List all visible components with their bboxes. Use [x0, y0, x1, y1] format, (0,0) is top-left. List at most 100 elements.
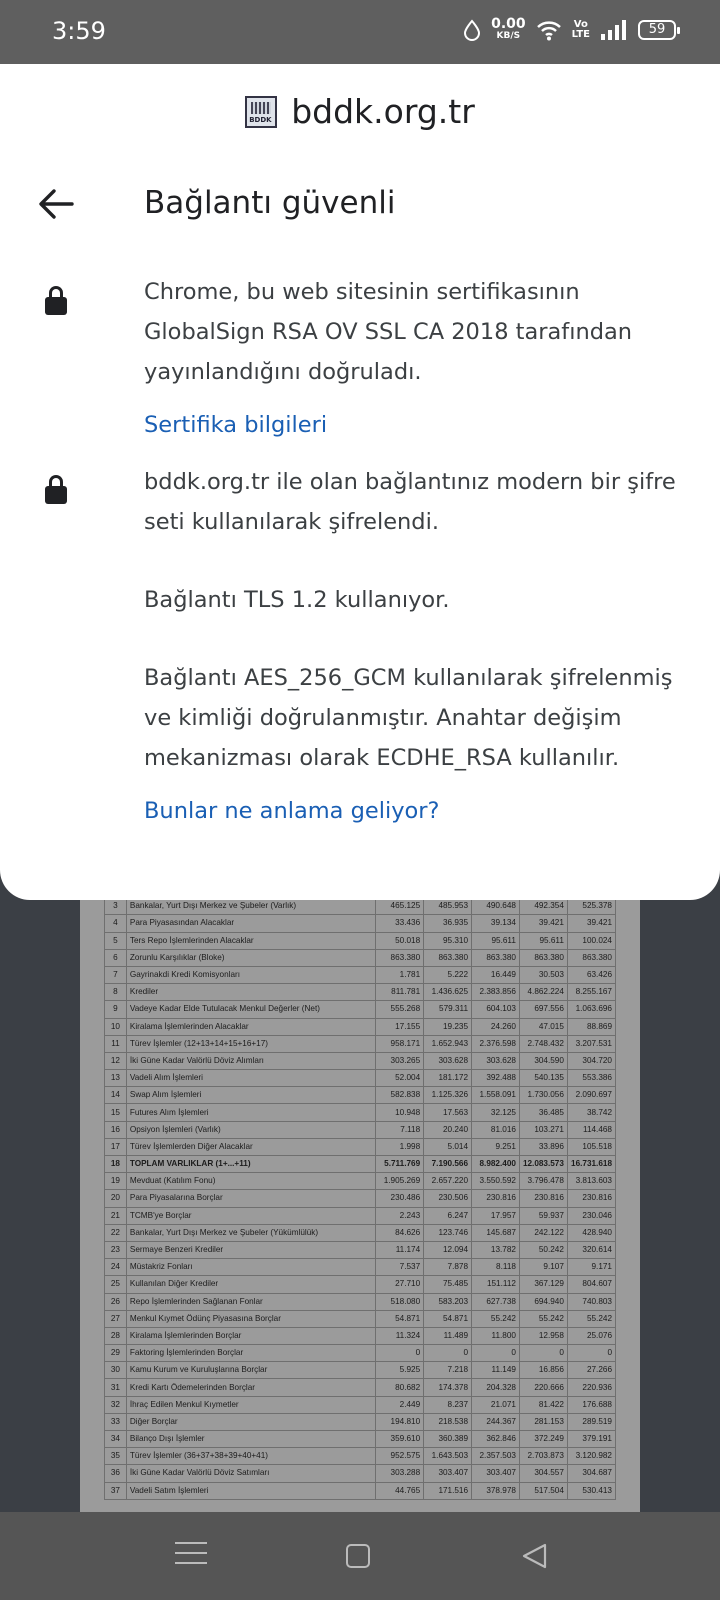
- table-row: 36 İki Güne Kadar Valörlü Döviz Satımları…: [104, 1464, 617, 1483]
- row-label: Swap Alım İşlemleri: [125, 1086, 377, 1105]
- row-value: 95.310: [423, 931, 473, 950]
- row-value: 517.504: [518, 1481, 568, 1500]
- row-value: 38.742: [566, 1103, 617, 1122]
- certificate-info-link[interactable]: Sertifika bilgileri: [144, 412, 327, 438]
- row-label: Türev İşlemlerden Diğer Alacaklar: [125, 1137, 377, 1157]
- row-value: 1.436.625: [423, 983, 473, 1002]
- row-value: 5.222: [423, 965, 473, 985]
- row-value: 171.516: [423, 1481, 473, 1500]
- status-icons: 0.00 KB/S Vo LTE 59: [463, 17, 680, 41]
- row-number: 10: [104, 1017, 127, 1036]
- row-label: Vadeye Kadar Elde Tutulacak Menkul Değer…: [125, 1000, 377, 1019]
- row-value: 360.389: [423, 1429, 473, 1449]
- row-value: 518.080: [375, 1292, 425, 1311]
- row-value: 952.575: [375, 1447, 425, 1466]
- row-value: 32.125: [471, 1103, 520, 1122]
- row-number: 20: [104, 1189, 127, 1208]
- row-number: 6: [104, 948, 127, 967]
- row-value: 863.380: [375, 948, 425, 967]
- row-value: 47.015: [518, 1017, 568, 1036]
- row-value: 863.380: [471, 948, 520, 967]
- row-value: 100.024: [566, 931, 617, 950]
- row-value: 7.118: [375, 1120, 425, 1139]
- row-number: 15: [104, 1103, 127, 1122]
- row-number: 34: [104, 1429, 127, 1449]
- row-value: 39.134: [471, 914, 520, 933]
- row-label: Kullanılan Diğer Krediler: [125, 1275, 377, 1294]
- row-value: 2.243: [375, 1206, 425, 1225]
- row-value: 583.203: [423, 1292, 473, 1311]
- row-value: 16.731.618: [566, 1154, 617, 1174]
- row-value: 220.666: [518, 1378, 568, 1397]
- row-value: 230.816: [566, 1189, 617, 1208]
- row-value: 2.748.432: [518, 1034, 568, 1053]
- row-value: 80.682: [375, 1378, 425, 1397]
- wifi-icon: [536, 20, 561, 40]
- row-value: 485.953: [423, 897, 473, 916]
- row-number: 18: [104, 1154, 127, 1174]
- row-value: 804.607: [566, 1275, 617, 1294]
- row-label: Para Piyasalarına Borçlar: [125, 1189, 377, 1208]
- table-row: 18 TOPLAM VARLIKLAR (1+...+11) 5.711.769 7.…: [104, 1154, 617, 1174]
- row-value: 21.071: [471, 1395, 520, 1414]
- table-row: 26 Repo İşlemlerinden Sağlanan Fonlar 518.…: [104, 1292, 617, 1311]
- row-value: 303.628: [471, 1051, 520, 1071]
- row-value: 204.328: [471, 1378, 520, 1397]
- row-value: 220.936: [566, 1378, 617, 1397]
- row-value: 44.765: [375, 1481, 425, 1500]
- row-label: Zorunlu Karşılıklar (Bloke): [125, 948, 377, 967]
- row-label: Vadeli Satım İşlemleri: [125, 1481, 377, 1500]
- row-value: 492.354: [518, 897, 568, 916]
- row-value: 958.171: [375, 1034, 425, 1053]
- data-table: 2Gerçeğe Uygun Değer Farkı K/Z Yans. ve …: [104, 880, 617, 1500]
- row-value: 303.628: [423, 1051, 473, 1071]
- row-value: 33.436: [375, 914, 425, 933]
- table-row: 35 Türev İşlemler (36+37+38+39+40+41) 952.…: [104, 1447, 617, 1466]
- row-value: 582.838: [375, 1086, 425, 1105]
- row-value: 11.324: [375, 1326, 425, 1346]
- background-document: 2Gerçeğe Uygun Değer Farkı K/Z Yans. ve …: [80, 880, 640, 1512]
- row-value: 55.242: [518, 1309, 568, 1328]
- table-row: 6 Zorunlu Karşılıklar (Bloke) 863.380 863.3…: [104, 948, 617, 967]
- home-button[interactable]: [346, 1544, 370, 1568]
- row-label: Gayrinakdi Kredi Komisyonları: [125, 965, 377, 985]
- table-row: 30 Kamu Kurum ve Kuruluşlarına Borçlar 5.9…: [104, 1361, 617, 1380]
- recent-apps-button[interactable]: [175, 1542, 207, 1570]
- help-link[interactable]: Bunlar ne anlama geliyor?: [144, 798, 440, 824]
- background-page: 2Gerçeğe Uygun Değer Farkı K/Z Yans. ve …: [0, 880, 720, 1512]
- back-arrow-icon[interactable]: [36, 184, 76, 224]
- row-value: 0: [471, 1344, 520, 1363]
- row-value: 3.120.982: [566, 1447, 617, 1466]
- table-row: 20 Para Piyasalarına Borçlar 230.486 230.50…: [104, 1189, 617, 1208]
- site-header: bddk.org.tr: [0, 92, 720, 131]
- table-row: 17 Türev İşlemlerden Diğer Alacaklar 1.998…: [104, 1137, 617, 1157]
- row-number: 36: [104, 1464, 127, 1483]
- row-number: 5: [104, 931, 127, 950]
- row-number: 3: [104, 897, 127, 916]
- row-value: 6.247: [423, 1206, 473, 1225]
- row-value: 11.800: [471, 1326, 520, 1346]
- row-value: 3.813.603: [566, 1172, 617, 1191]
- table-row: 21 TCMB'ye Borçlar 2.243 6.247 17.957 59.937 2…: [104, 1206, 617, 1225]
- back-triangle-icon[interactable]: [519, 1542, 551, 1570]
- row-number: 21: [104, 1206, 127, 1225]
- row-value: 1.652.943: [423, 1034, 473, 1053]
- row-value: 863.380: [423, 948, 473, 967]
- row-value: 1.781: [375, 965, 425, 985]
- row-label: Faktoring İşlemlerinden Borçlar: [125, 1344, 377, 1363]
- row-value: 88.869: [566, 1017, 617, 1036]
- row-value: 303.407: [423, 1464, 473, 1483]
- row-value: 0: [423, 1344, 473, 1363]
- row-number: 32: [104, 1395, 127, 1414]
- row-value: 244.367: [471, 1412, 520, 1432]
- connection-text: bddk.org.tr ile olan bağlantınız modern …: [144, 469, 676, 535]
- table-row: 11 Türev İşlemler (12+13+14+15+16+17) 958.…: [104, 1034, 617, 1053]
- row-value: 230.506: [423, 1189, 473, 1208]
- row-value: 0: [518, 1344, 568, 1363]
- row-value: 428.940: [566, 1223, 617, 1242]
- row-value: 740.803: [566, 1292, 617, 1311]
- row-value: 151.112: [471, 1275, 520, 1294]
- row-value: 7.218: [423, 1361, 473, 1380]
- row-value: 303.265: [375, 1051, 425, 1071]
- row-value: 4.862.224: [518, 983, 568, 1002]
